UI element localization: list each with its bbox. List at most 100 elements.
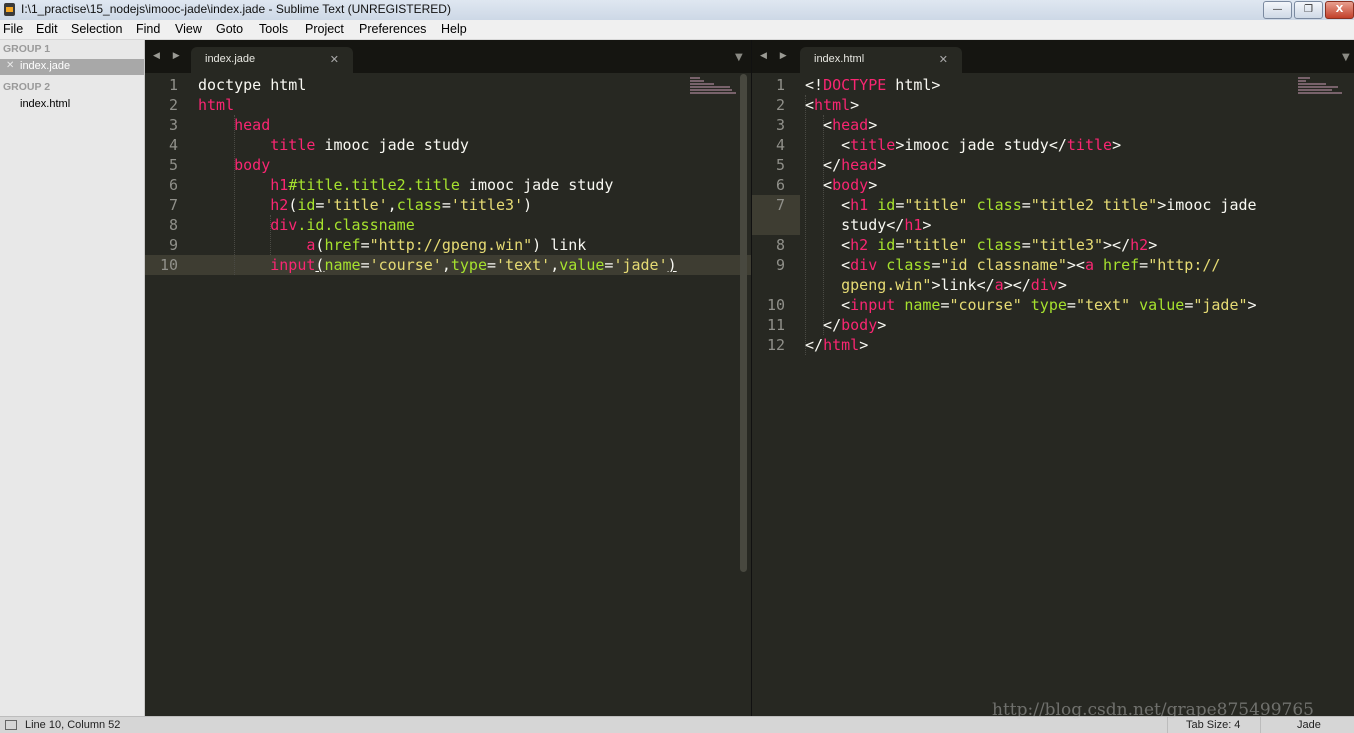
code-line[interactable]: 8 <h2 id="title" class="title3"></h2>	[752, 235, 1354, 255]
code-line[interactable]: gpeng.win">link</a></div>	[752, 275, 1354, 295]
close-icon[interactable]: ✕	[6, 60, 14, 71]
code-token: href	[1103, 256, 1140, 274]
code-text: <body>	[805, 175, 877, 195]
code-line[interactable]: 2 html	[145, 95, 751, 115]
code-line[interactable]: 1 doctype html	[145, 75, 751, 95]
code-text: title imooc jade study	[198, 135, 469, 155]
code-line[interactable]: 5 body	[145, 155, 751, 175]
code-line[interactable]: study</h1>	[752, 215, 1354, 235]
line-number: 6	[168, 176, 178, 194]
menu-goto[interactable]: Goto	[216, 22, 243, 36]
tab-dropdown-icon[interactable]: ▼	[735, 52, 743, 63]
code-line[interactable]: 9 a(href="http://gpeng.win") link	[145, 235, 751, 255]
code-token: 'course'	[369, 256, 442, 274]
code-token: h1	[850, 196, 869, 214]
tab-index-jade[interactable]: index.jade ✕	[191, 47, 353, 73]
code-token: #title.title2.title	[288, 176, 460, 194]
code-text: <html>	[805, 95, 859, 115]
code-token: <	[805, 236, 851, 254]
code-line[interactable]: 1 <!DOCTYPE html>	[752, 75, 1354, 95]
panel-toggle-icon[interactable]	[5, 720, 17, 730]
tab-close-icon[interactable]: ✕	[330, 53, 339, 66]
line-number: 10	[766, 296, 785, 314]
menu-find[interactable]: Find	[136, 22, 160, 36]
code-token: class	[976, 196, 1022, 214]
line-number: 2	[775, 96, 785, 114]
code-text: <input name="course" type="text" value="…	[805, 295, 1256, 315]
line-number: 9	[775, 256, 785, 274]
group-1-label: GROUP 1	[3, 43, 51, 55]
sidebar-file-index-html[interactable]: index.html	[0, 97, 144, 113]
code-token: >	[877, 156, 887, 174]
tab-nav-arrows-icon[interactable]: ◀ ▶	[153, 51, 185, 61]
code-line[interactable]: 6 <body>	[752, 175, 1354, 195]
editor-pane-html[interactable]: ◀ ▶ index.html ✕ ▼ 1 <!DOCTYPE html> 2 <htm…	[752, 40, 1354, 716]
menu-tools[interactable]: Tools	[259, 22, 288, 36]
code-token: doctype html	[198, 76, 307, 94]
watermark: http://blog.csdn.net/grape875499765	[992, 700, 1314, 720]
code-token: "title"	[904, 196, 968, 214]
close-window-button[interactable]: X	[1325, 1, 1354, 19]
menu-help[interactable]: Help	[441, 22, 467, 36]
code-token: html	[823, 336, 860, 354]
menu-preferences[interactable]: Preferences	[359, 22, 426, 36]
code-line[interactable]: 8 div.id.classname	[145, 215, 751, 235]
code-line[interactable]: 4 <title>imooc jade study</title>	[752, 135, 1354, 155]
code-line[interactable]: 11 </body>	[752, 315, 1354, 335]
code-token: imooc jade study	[459, 176, 614, 194]
code-line[interactable]: 10 input(name='course',type='text',value…	[145, 255, 751, 275]
code-line[interactable]: 6 h1#title.title2.title imooc jade study	[145, 175, 751, 195]
group-2-label: GROUP 2	[3, 81, 51, 93]
code-token: class	[886, 256, 932, 274]
code-token: =	[1139, 256, 1149, 274]
line-number: 7	[775, 196, 785, 214]
sidebar-file-index-jade[interactable]: ✕ index.jade	[0, 59, 144, 75]
menu-edit[interactable]: Edit	[36, 22, 58, 36]
code-token: body	[832, 176, 869, 194]
code-token: "text"	[1075, 296, 1131, 314]
code-token: =	[487, 256, 497, 274]
code-line[interactable]: 7 h2(id='title',class='title3')	[145, 195, 751, 215]
code-token: html>	[886, 76, 941, 94]
code-token: name	[324, 256, 361, 274]
editor-pane-jade[interactable]: ◀ ▶ index.jade ✕ ▼ 1 doctype html 2 html 3 h…	[145, 40, 751, 716]
code-text: <div class="id classname"><a href="http:…	[805, 255, 1220, 275]
menu-selection[interactable]: Selection	[71, 22, 122, 36]
sidebar-file-label: index.html	[20, 98, 71, 110]
minimize-button[interactable]: —	[1263, 1, 1292, 19]
tab-size-indicator[interactable]: Tab Size: 4	[1186, 719, 1240, 731]
code-line[interactable]: 7 <h1 id="title" class="title2 title">im…	[752, 195, 1354, 215]
code-token: =	[895, 236, 905, 254]
line-number: 11	[766, 316, 785, 334]
code-token: study</	[805, 216, 905, 234]
code-line[interactable]: 10 <input name="course" type="text" valu…	[752, 295, 1354, 315]
tab-index-html[interactable]: index.html ✕	[800, 47, 962, 73]
menu-file[interactable]: File	[3, 22, 23, 36]
code-line[interactable]: 2 <html>	[752, 95, 1354, 115]
scrollbar[interactable]	[740, 74, 747, 572]
code-line[interactable]: 12 </html>	[752, 335, 1354, 355]
line-number: 5	[775, 156, 785, 174]
maximize-button[interactable]: ❐	[1294, 1, 1323, 19]
syntax-indicator[interactable]: Jade	[1297, 719, 1321, 731]
code-line[interactable]: 3 <head>	[752, 115, 1354, 135]
tab-nav-arrows-icon[interactable]: ◀ ▶	[760, 51, 792, 61]
tab-close-icon[interactable]: ✕	[939, 53, 948, 66]
code-line[interactable]: 4 title imooc jade study	[145, 135, 751, 155]
code-line[interactable]: 5 </head>	[752, 155, 1354, 175]
menu-project[interactable]: Project	[305, 22, 344, 36]
code-line[interactable]: 3 head	[145, 115, 751, 135]
menu-view[interactable]: View	[175, 22, 202, 36]
code-token: div	[1030, 276, 1058, 294]
code-token: h1	[904, 216, 923, 234]
code-token: h2	[850, 236, 869, 254]
code-token: <	[805, 136, 851, 154]
code-token: </	[805, 336, 824, 354]
tab-dropdown-icon[interactable]: ▼	[1342, 52, 1350, 63]
code-line[interactable]: 9 <div class="id classname"><a href="htt…	[752, 255, 1354, 275]
